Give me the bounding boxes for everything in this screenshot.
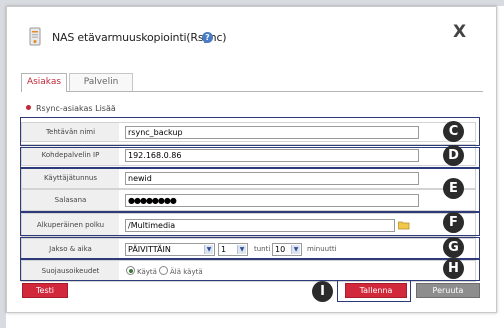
period-select[interactable]: PÄIVITTÄIN ▼ xyxy=(125,243,215,256)
minute-value: 10 xyxy=(275,245,286,254)
chevron-down-icon: ▼ xyxy=(237,245,246,254)
callout-i: I xyxy=(312,281,333,302)
radio-unchecked-icon xyxy=(159,266,168,275)
label-source-path: Alkuperäinen polku xyxy=(22,214,119,236)
minute-unit-label: minuutti xyxy=(307,245,337,253)
radio-not-use-label: Älä käytä xyxy=(170,268,203,276)
password-input[interactable]: ●●●●●●●● xyxy=(125,194,419,207)
dialog-title: NAS etävarmuuskopiointi(Rsync) xyxy=(52,31,227,44)
folder-icon[interactable] xyxy=(398,220,410,230)
callout-f: F xyxy=(443,212,464,233)
minute-select[interactable]: 10 ▼ xyxy=(272,243,302,256)
section-heading: Rsync-asiakas Lisää xyxy=(26,104,116,113)
radio-not-use[interactable]: Älä käytä xyxy=(159,266,203,276)
hour-unit-label: tunti xyxy=(254,245,271,253)
label-target-server: Kohdepalvelin IP xyxy=(22,145,119,165)
radio-use-label: Käytä xyxy=(137,268,157,276)
label-username: Käyttäjätunnus xyxy=(22,168,119,188)
callout-h: H xyxy=(443,258,464,279)
task-name-input[interactable]: rsync_backup xyxy=(125,126,419,139)
rsync-dialog: NAS etävarmuuskopiointi(Rsync) ? X Asiak… xyxy=(6,6,497,313)
row-target-server: Kohdepalvelin IP 192.168.0.86 xyxy=(21,144,476,166)
label-encryption: Suojausoikeudet xyxy=(22,261,119,281)
label-schedule: Jakso & aika xyxy=(22,239,119,259)
period-value: PÄIVITTÄIN xyxy=(128,245,171,254)
username-input[interactable]: newid xyxy=(125,172,419,185)
radio-checked-icon xyxy=(126,266,135,275)
row-encryption: Suojausoikeudet Käytä Älä käytä xyxy=(21,260,476,282)
chevron-down-icon: ▼ xyxy=(291,245,300,254)
row-source-path: Alkuperäinen polku /Multimedia xyxy=(21,213,476,237)
save-button[interactable]: Tallenna xyxy=(345,283,407,298)
target-server-input[interactable]: 192.168.0.86 xyxy=(125,149,419,162)
row-username: Käyttäjätunnus newid xyxy=(21,167,476,189)
section-title: Rsync-asiakas Lisää xyxy=(36,104,116,113)
nas-backup-icon xyxy=(29,27,41,46)
row-task-name: Tehtävän nimi rsync_backup xyxy=(21,122,476,142)
chevron-down-icon: ▼ xyxy=(204,245,213,254)
source-path-input[interactable]: /Multimedia xyxy=(125,219,395,232)
label-task-name: Tehtävän nimi xyxy=(22,123,119,141)
tab-bar: Asiakas Palvelin xyxy=(21,73,483,92)
hour-select[interactable]: 1 ▼ xyxy=(218,243,248,256)
callout-e: E xyxy=(443,178,464,199)
callout-g: G xyxy=(443,237,464,258)
hour-value: 1 xyxy=(221,245,227,254)
test-button[interactable]: Testi xyxy=(22,283,68,298)
row-schedule: Jakso & aika PÄIVITTÄIN ▼ 1 ▼ tunti 10 ▼… xyxy=(21,238,476,260)
label-password: Salasana xyxy=(22,190,119,210)
tab-asiakas[interactable]: Asiakas xyxy=(21,73,67,92)
callout-d: D xyxy=(443,145,464,166)
radio-use[interactable]: Käytä xyxy=(126,266,157,276)
row-password: Salasana ●●●●●●●● xyxy=(21,189,476,211)
section-bullet-icon xyxy=(26,105,31,110)
close-button[interactable]: X xyxy=(453,22,466,42)
tab-palvelin[interactable]: Palvelin xyxy=(69,73,133,91)
cancel-button[interactable]: Peruuta xyxy=(416,283,480,298)
callout-c: C xyxy=(443,121,464,142)
help-icon[interactable]: ? xyxy=(202,32,213,43)
